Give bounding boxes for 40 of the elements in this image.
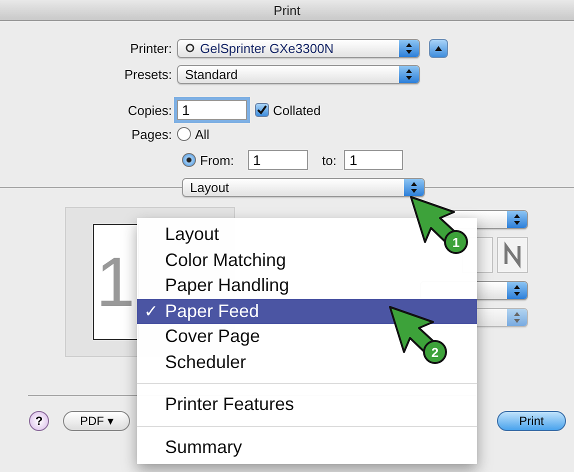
pdf-button[interactable]: PDF ▾: [63, 411, 130, 431]
printer-popup[interactable]: GelSprinter GXe3300N: [177, 38, 420, 58]
to-label: to:: [322, 152, 336, 168]
presets-popup[interactable]: Standard: [177, 64, 420, 84]
stepper-arrows-icon: [507, 309, 527, 326]
copies-field[interactable]: 1: [177, 100, 247, 120]
stepper-arrows-icon: [507, 211, 527, 228]
menu-item[interactable]: Summary: [137, 434, 254, 460]
menu-item[interactable]: Printer Features: [137, 392, 306, 418]
menu-item[interactable]: Scheduler: [137, 350, 258, 375]
disclosure-button[interactable]: [429, 38, 448, 58]
to-field[interactable]: 1: [344, 150, 404, 170]
pages-label: Pages:: [130, 126, 173, 142]
menu-item[interactable]: Paper Handling: [137, 273, 302, 298]
radio-button[interactable]: [182, 153, 196, 167]
menu-item[interactable]: Layout: [137, 222, 232, 248]
stepper-arrows-icon: [399, 66, 419, 82]
radio-button[interactable]: [177, 127, 191, 141]
presets-label: Presets:: [123, 66, 173, 82]
menu-item[interactable]: ✓ Paper Feed: [137, 298, 477, 324]
help-button[interactable]: ?: [29, 411, 49, 431]
stepper-arrows-icon: [404, 179, 424, 196]
collated-checkbox[interactable]: [255, 103, 269, 117]
menu-item[interactable]: Color Matching: [137, 248, 298, 273]
radio-label: All: [195, 126, 210, 142]
printer-label: Printer:: [129, 40, 173, 56]
up-triangle-icon: [435, 46, 442, 50]
menu-item[interactable]: Cover Page: [137, 324, 272, 350]
radio-label: From:: [200, 152, 235, 168]
from-field[interactable]: 1: [248, 150, 308, 170]
printer-name: GelSprinter GXe3300N: [200, 40, 334, 56]
page-number: 1: [96, 242, 135, 322]
printer-status-icon: [185, 43, 195, 53]
panel-popup[interactable]: Layout: [182, 178, 425, 197]
window-title: Print: [0, 0, 574, 21]
stepper-arrows-icon: [507, 282, 527, 299]
copies-label: Copies:: [126, 102, 173, 118]
stepper-arrows-icon: [399, 40, 419, 56]
collated-label: Collated: [273, 102, 321, 118]
print-button[interactable]: Print: [497, 411, 566, 431]
